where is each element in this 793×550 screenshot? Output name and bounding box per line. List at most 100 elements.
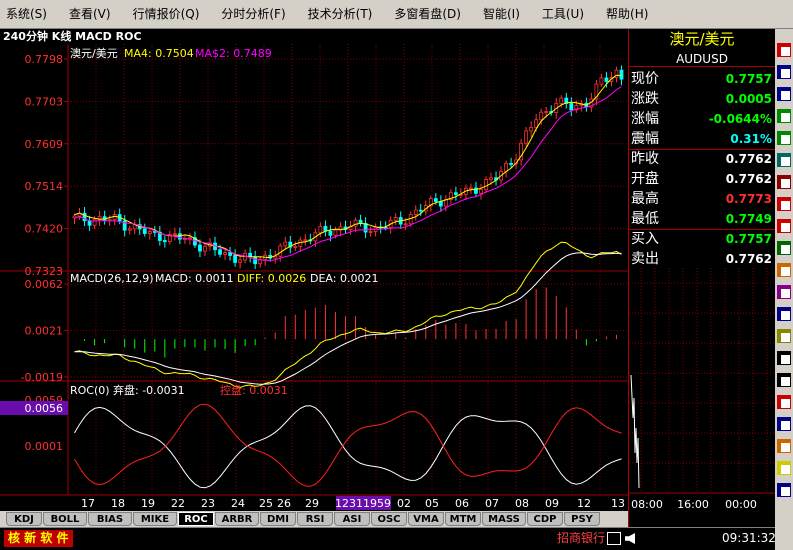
quote-row: 涨跌 0.0005 xyxy=(629,89,775,109)
ma4-label: MA4: 0.7504 xyxy=(124,47,194,60)
menu-item-0[interactable]: 系统(S) xyxy=(0,3,57,25)
tab-mike[interactable]: MIKE xyxy=(133,512,177,526)
f8-icon[interactable] xyxy=(777,373,791,387)
tab-kdj[interactable]: KDJ xyxy=(6,512,42,526)
calendar-icon[interactable] xyxy=(777,175,791,189)
tab-bias[interactable]: BIAS xyxy=(88,512,132,526)
y-tick-label: 0.7514 xyxy=(25,180,64,193)
kong-label: 控盘: 0.0031 xyxy=(220,383,288,397)
arrow-up-icon[interactable] xyxy=(777,65,791,79)
chart-area[interactable]: 澳元/美元 MA4: 0.7504 MA$2: 0.7489 0.7798 0.7… xyxy=(0,44,628,511)
y-tick-label: 0.7323 xyxy=(25,265,64,278)
menu-item-1[interactable]: 查看(V) xyxy=(57,3,121,25)
intraday-chart[interactable]: 08:00 16:00 00:00 xyxy=(629,268,775,528)
x-tick-label: 12311959 xyxy=(335,497,391,510)
y-tick-label: 0.7703 xyxy=(25,95,64,108)
x-tick-label: 13 xyxy=(611,497,625,510)
speaker-icon xyxy=(625,533,635,544)
quote-row: 现价 0.7757 xyxy=(629,69,775,89)
intraday-time-label: 08:00 xyxy=(631,498,663,511)
menu-item-6[interactable]: 智能(I) xyxy=(471,3,530,25)
tab-arbr[interactable]: ARBR xyxy=(215,512,259,526)
clock: 09:31:32 xyxy=(722,531,776,545)
chart-icon[interactable] xyxy=(777,153,791,167)
quote-value: 0.31% xyxy=(730,132,772,146)
split-icon[interactable] xyxy=(777,263,791,277)
chart-title: 240分钟 K线 MACD ROC xyxy=(3,30,142,43)
intraday-price-line xyxy=(630,374,640,489)
pen-icon[interactable] xyxy=(777,439,791,453)
quote-label: 震幅 xyxy=(631,131,659,147)
x-tick-label: 07 xyxy=(485,497,499,510)
quote-label: 买入 xyxy=(631,231,659,247)
info-icon[interactable] xyxy=(777,417,791,431)
tab-cdp[interactable]: CDP xyxy=(527,512,563,526)
arrow-down-icon[interactable] xyxy=(777,87,791,101)
quote-value: 0.0005 xyxy=(725,92,772,106)
quote-value: 0.7762 xyxy=(725,152,772,166)
quote-label: 最低 xyxy=(631,211,659,227)
menu-bar: 系统(S) 查看(V) 行情报价(Q) 分时分析(F) 技术分析(T) 多窗看盘(D) 智能… xyxy=(0,0,793,29)
quote-symbol-name: 澳元/美元 xyxy=(669,30,735,48)
quote-label: 开盘 xyxy=(631,171,659,187)
y-tick-label: 0.7420 xyxy=(25,223,64,236)
line-chart-icon[interactable] xyxy=(777,197,791,211)
quote-value: 0.7773 xyxy=(725,192,772,206)
y-tick-label: 0.0021 xyxy=(25,325,64,338)
menu-item-3[interactable]: 分时分析(F) xyxy=(209,3,295,25)
x-tick-label: 18 xyxy=(111,497,125,510)
menu-item-2[interactable]: 行情报价(Q) xyxy=(121,3,210,25)
candle-icon[interactable] xyxy=(777,219,791,233)
quote-value: 0.7762 xyxy=(725,172,772,186)
tab-dmi[interactable]: DMI xyxy=(260,512,296,526)
tab-mtm[interactable]: MTM xyxy=(445,512,481,526)
f6-icon[interactable] xyxy=(777,351,791,365)
page-down-icon[interactable] xyxy=(777,131,791,145)
broker-label[interactable]: 招商银行 xyxy=(557,530,605,547)
menu-item-4[interactable]: 技术分析(T) xyxy=(296,3,383,25)
tab-vma[interactable]: VMA xyxy=(408,512,444,526)
intraday-time-label: 00:00 xyxy=(725,498,757,511)
quote-value: 0.7762 xyxy=(725,252,772,266)
menu-item-5[interactable]: 多窗看盘(D) xyxy=(382,3,471,25)
tab-psy[interactable]: PSY xyxy=(564,512,600,526)
quote-label: 涨跌 xyxy=(631,91,659,107)
dea-label: DEA: 0.0021 xyxy=(310,272,378,285)
status-bar: 核 新 软 件 招商银行 09:31:32 xyxy=(0,527,776,550)
page-up-icon[interactable] xyxy=(777,109,791,123)
tab-boll[interactable]: BOLL xyxy=(43,512,87,526)
x-tick-label: 19 xyxy=(141,497,155,510)
list-icon[interactable] xyxy=(777,307,791,321)
warning-icon[interactable] xyxy=(777,461,791,475)
x-tick-label: 05 xyxy=(425,497,439,510)
quote-row: 最低 0.7749 xyxy=(629,209,775,229)
tab-asi[interactable]: ASI xyxy=(334,512,370,526)
download-icon[interactable] xyxy=(777,395,791,409)
zoom-icon[interactable] xyxy=(777,483,791,497)
quote-value: 0.7757 xyxy=(725,72,772,86)
quote-row: 最高 0.7773 xyxy=(629,189,775,209)
minimize-icon[interactable] xyxy=(777,43,791,57)
menu-item-8[interactable]: 帮助(H) xyxy=(594,3,658,25)
x-tick-label: 09 xyxy=(545,497,559,510)
trend-icon[interactable] xyxy=(777,241,791,255)
tab-rsi[interactable]: RSI xyxy=(297,512,333,526)
x-tick-label: 24 xyxy=(231,497,245,510)
network-icon xyxy=(607,532,621,545)
qi-label: 弃盘: -0.0031 xyxy=(113,383,185,397)
x-tick-label: 25 xyxy=(259,497,273,510)
x-tick-label: 12 xyxy=(577,497,591,510)
side-toolbar xyxy=(775,29,793,550)
grid-icon[interactable] xyxy=(777,285,791,299)
main-symbol-label: 澳元/美元 xyxy=(70,47,118,60)
quote-panel: 澳元/美元 AUDUSD 现价 0.7757 涨跌 0.0005 涨幅 -0.0644% 震… xyxy=(628,29,775,550)
tab-roc[interactable]: ROC xyxy=(178,512,214,526)
quote-row: 买入 0.7757 xyxy=(629,229,775,249)
tab-mass[interactable]: MASS xyxy=(482,512,526,526)
macd-value-label: MACD: 0.0011 xyxy=(155,272,234,285)
quote-row: 开盘 0.7762 xyxy=(629,169,775,189)
tab-osc[interactable]: OSC xyxy=(371,512,407,526)
quote-label: 最高 xyxy=(631,191,659,207)
menu-item-7[interactable]: 工具(U) xyxy=(530,3,594,25)
report-icon[interactable] xyxy=(777,329,791,343)
